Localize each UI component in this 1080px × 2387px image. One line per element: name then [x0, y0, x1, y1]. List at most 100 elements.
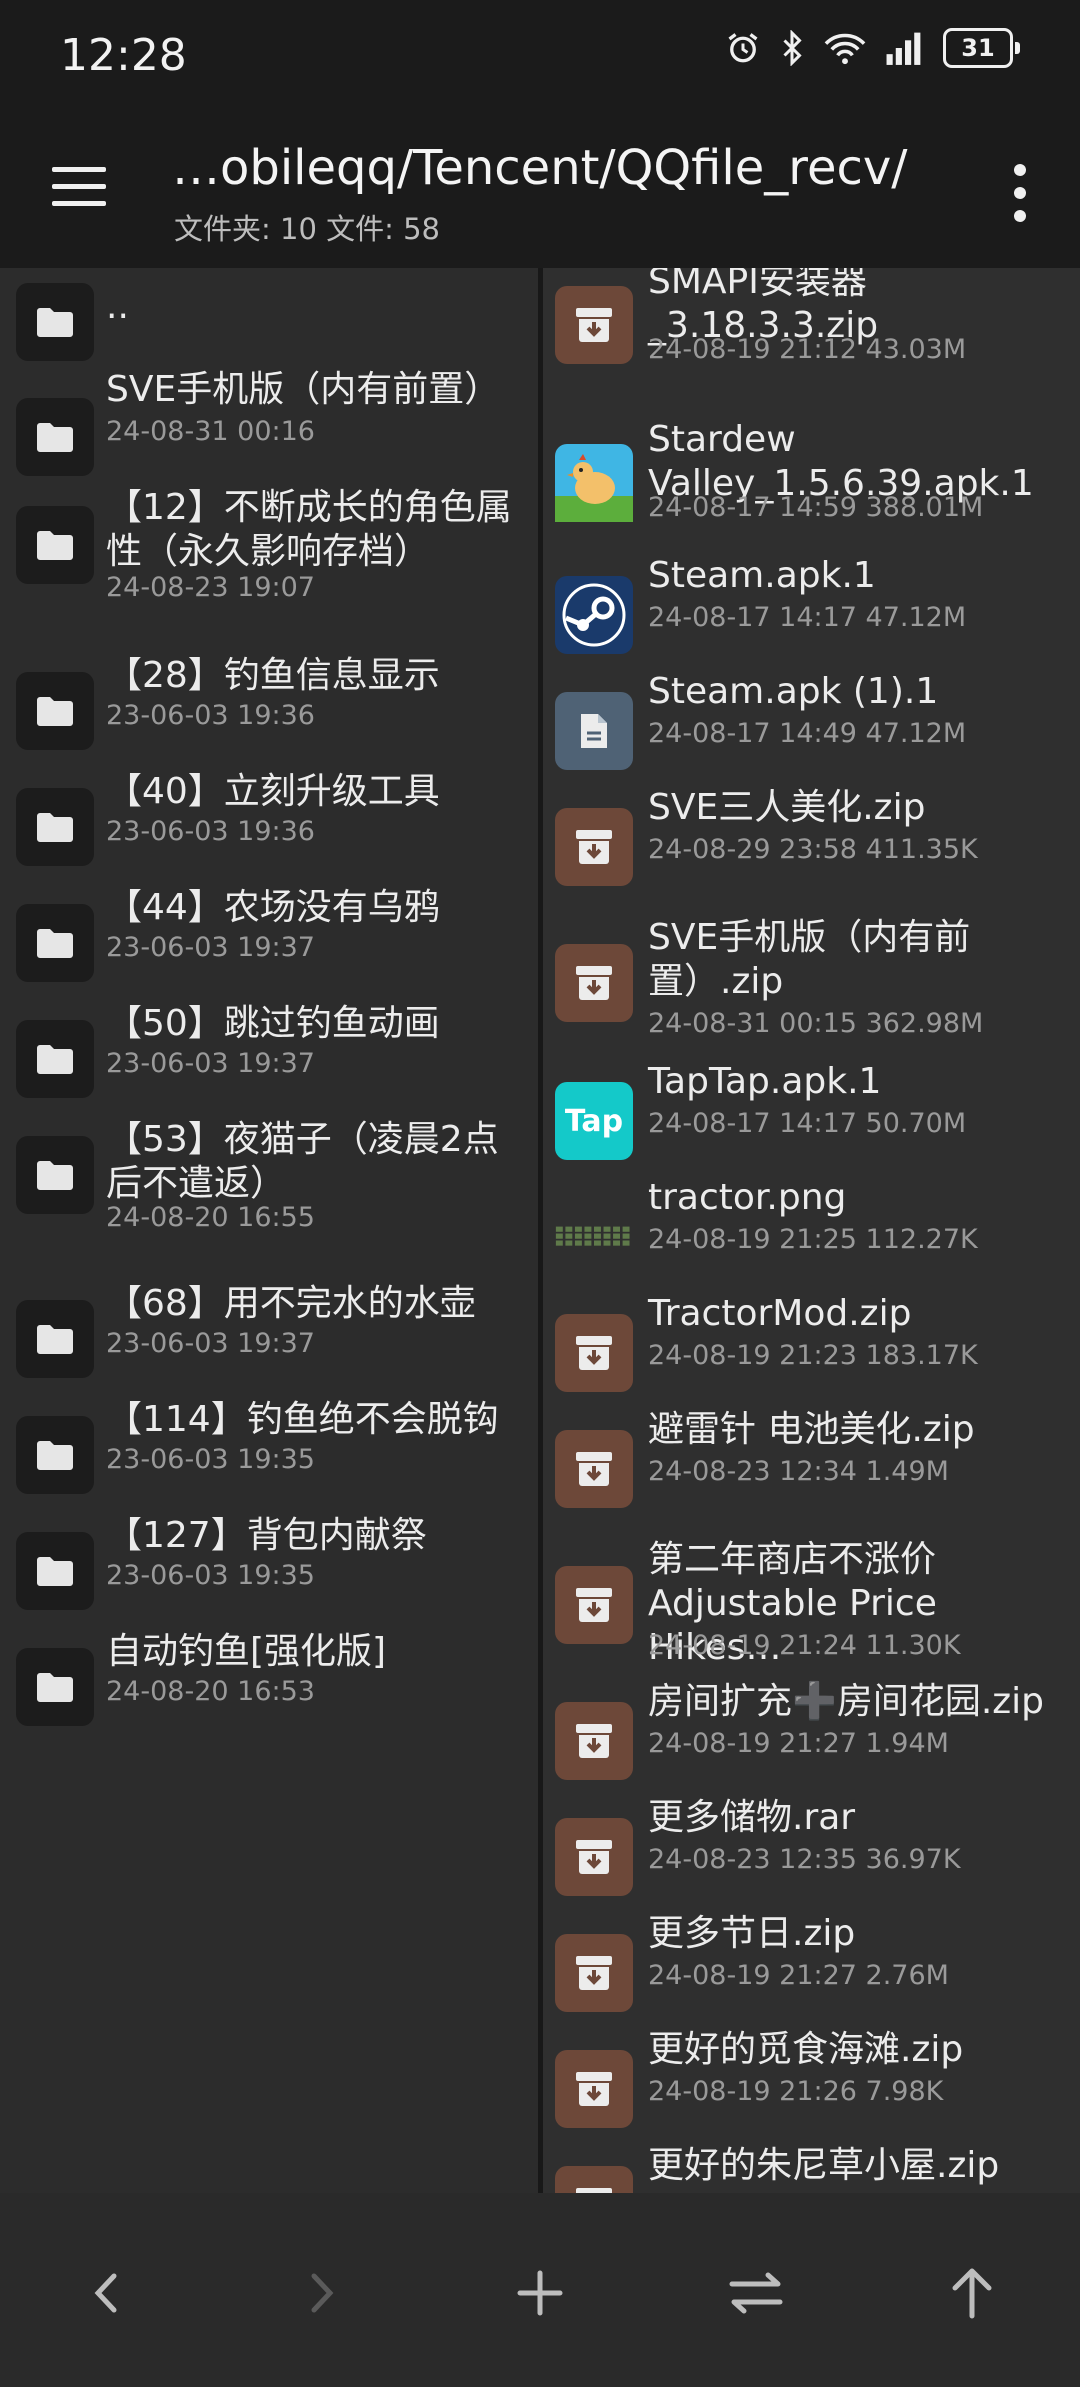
- folder-name: 【114】钓鱼绝不会脱钩: [106, 1399, 499, 1440]
- file-name: Steam.apk.1: [648, 555, 876, 596]
- archive-icon: [555, 1934, 633, 2012]
- arrow-up-icon: [952, 2268, 992, 2319]
- status-bar: 12:28 31: [0, 0, 1080, 110]
- archive-icon: [555, 1702, 633, 1780]
- file-name: 更多节日.zip: [648, 1913, 856, 1954]
- folder-meta: 23-06-03 19:37: [106, 1328, 315, 1359]
- taptap-app-icon: Tap: [555, 1082, 633, 1160]
- folder-meta: 24-08-31 00:16: [106, 416, 315, 447]
- folder-meta: 23-06-03 19:35: [106, 1560, 315, 1591]
- chevron-left-icon: [94, 2273, 117, 2313]
- status-icons: 31: [725, 28, 1020, 68]
- file-meta: 24-08-19 21:23 183.17K: [648, 1340, 978, 1371]
- file-name: 房间扩充➕房间花园.zip: [648, 1681, 1045, 1722]
- folder-meta: 24-08-20 16:53: [106, 1676, 315, 1707]
- menu-button[interactable]: [50, 165, 108, 215]
- file-name: 更好的朱尼草小屋.zip: [648, 2145, 1000, 2186]
- alarm-icon: [725, 30, 761, 66]
- file-name: 更多储物.rar: [648, 1797, 856, 1838]
- more-vert-icon: [1014, 164, 1026, 222]
- file-meta: 24-08-19 21:27 2.76M: [648, 1960, 949, 1991]
- file-name: SVE三人美化.zip: [648, 787, 926, 828]
- steam-app-icon: [555, 576, 633, 654]
- folder-name: 【44】农场没有乌鸦: [106, 887, 440, 928]
- file-name: 更好的觅食海滩.zip: [648, 2029, 964, 2070]
- folder-icon: [16, 398, 94, 476]
- swap-icon: [729, 2272, 783, 2314]
- folder-meta: 24-08-20 16:55: [106, 1202, 315, 1233]
- folder-name: 【127】背包内献祭: [106, 1515, 427, 1556]
- archive-icon: [555, 1314, 633, 1392]
- folder-meta: 23-06-03 19:36: [106, 816, 315, 847]
- add-button[interactable]: [500, 2253, 580, 2333]
- file-name: 避雷针 电池美化.zip: [648, 1409, 975, 1450]
- battery-level: 31: [943, 28, 1013, 68]
- folder-icon: [16, 1416, 94, 1494]
- folder-icon: [16, 788, 94, 866]
- archive-icon: [555, 2050, 633, 2128]
- file-meta: 24-08-17 14:49 47.12M: [648, 718, 967, 749]
- back-button[interactable]: [66, 2253, 146, 2333]
- archive-icon: [555, 808, 633, 886]
- file-meta: 24-08-17 14:17 50.70M: [648, 1108, 967, 1139]
- folder-meta: 23-06-03 19:37: [106, 932, 315, 963]
- folder-icon: [16, 283, 94, 361]
- file-name: SVE手机版（内有前置）.zip: [648, 917, 971, 1002]
- file-name: tractor.png: [648, 1177, 847, 1218]
- image-thumbnail-icon: [555, 1198, 633, 1276]
- right-pane[interactable]: SMAPI安装器_3.18.3.3.zip 24-08-19 21:12 43.0…: [543, 268, 1080, 2193]
- file-meta: 24-08-19 21:27 1.94M: [648, 1728, 949, 1759]
- file-meta: 24-08-23 12:34 1.49M: [648, 1456, 949, 1487]
- file-meta: 24-08-31 00:15 362.98M: [648, 1008, 984, 1039]
- archive-icon: [555, 1818, 633, 1896]
- file-meta: 24-08-19 21:25 112.27K: [648, 1224, 978, 1255]
- archive-icon: [555, 1566, 633, 1644]
- plus-icon: [517, 2270, 563, 2316]
- taptap-logo-text: Tap: [564, 1103, 624, 1139]
- folder-name: 自动钓鱼[强化版]: [106, 1631, 387, 1672]
- archive-icon: [555, 286, 633, 364]
- left-pane[interactable]: .. SVE手机版（内有前置） 24-08-31 00:16 【12】不断成长的角色属…: [0, 268, 538, 2193]
- folder-icon: [16, 1648, 94, 1726]
- file-meta: 24-08-17 14:59 388.01M: [648, 492, 984, 523]
- file-name: TractorMod.zip: [648, 1293, 912, 1334]
- file-meta: 24-08-19 21:24 11.30K: [648, 1630, 961, 1661]
- forward-button[interactable]: [282, 2253, 362, 2333]
- folder-icon: [16, 672, 94, 750]
- status-time: 12:28: [60, 30, 187, 81]
- document-icon: [555, 692, 633, 770]
- folder-name: 【12】不断成长的角色属性（永久影响存档）: [106, 487, 512, 572]
- folder-icon: [16, 1532, 94, 1610]
- folder-icon: [16, 506, 94, 584]
- swap-panes-button[interactable]: [716, 2253, 796, 2333]
- chevron-right-icon: [311, 2273, 334, 2313]
- file-name: Steam.apk (1).1: [648, 671, 939, 712]
- app-bar: …obileqq/Tencent/QQfile_recv/ 文件夹: 10 文件…: [0, 110, 1080, 268]
- file-meta: 24-08-17 14:17 47.12M: [648, 602, 967, 633]
- file-meta: 24-08-19 21:26 7.98K: [648, 2076, 944, 2107]
- wifi-icon: [823, 30, 867, 66]
- parent-folder-button[interactable]: [932, 2253, 1012, 2333]
- folder-meta: 23-06-03 19:37: [106, 1048, 315, 1079]
- file-name: TapTap.apk.1: [648, 1061, 882, 1102]
- folder-icon: [16, 1136, 94, 1214]
- folder-icon: [16, 1300, 94, 1378]
- file-meta: 24-08-23 12:35 36.97K: [648, 1844, 961, 1875]
- folder-icon: [16, 1020, 94, 1098]
- folder-name: ..: [106, 286, 129, 327]
- file-meta: 24-08-19 21:12 43.03M: [648, 334, 967, 365]
- archive-icon: [555, 2166, 633, 2193]
- folder-meta: 23-06-03 19:35: [106, 1444, 315, 1475]
- signal-icon: [885, 31, 925, 65]
- dual-pane: .. SVE手机版（内有前置） 24-08-31 00:16 【12】不断成长的角色属…: [0, 268, 1080, 2193]
- folder-name: 【50】跳过钓鱼动画: [106, 1003, 440, 1044]
- folder-icon: [16, 904, 94, 982]
- bluetooth-icon: [779, 30, 805, 66]
- more-options-button[interactable]: [1008, 160, 1032, 226]
- folder-meta: 24-08-23 19:07: [106, 572, 315, 603]
- current-path[interactable]: …obileqq/Tencent/QQfile_recv/: [172, 140, 907, 196]
- archive-icon: [555, 1430, 633, 1508]
- folder-name: SVE手机版（内有前置）: [106, 369, 501, 410]
- folder-meta: 23-06-03 19:36: [106, 700, 315, 731]
- stardew-app-icon: [555, 444, 633, 522]
